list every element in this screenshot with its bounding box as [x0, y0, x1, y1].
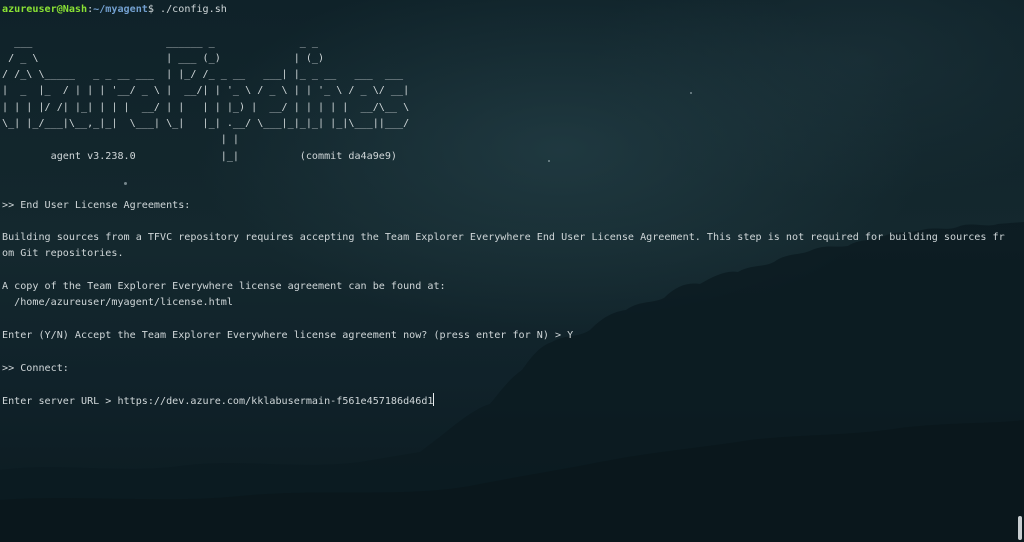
- ascii-banner-line: \_| |_/___|\__,_|_| \___| \_| |_| .__/ \…: [2, 118, 410, 130]
- prompt-path: ~/myagent: [93, 4, 148, 15]
- ascii-banner-line: | |: [2, 134, 240, 146]
- agent-version-line: agent v3.238.0 |_| (commit da4a9e9): [2, 150, 398, 162]
- ascii-banner-line: ___ ______ _ _ _: [2, 36, 319, 48]
- server-url-input[interactable]: https://dev.azure.com/kklabusermain-f561…: [117, 396, 433, 407]
- ascii-banner-line: | | | |/ /| |_| | | | __/ | | | | |_) | …: [2, 101, 410, 113]
- server-url-prompt: Enter server URL >: [2, 396, 118, 408]
- license-accept-prompt: Enter (Y/N) Accept the Team Explorer Eve…: [2, 329, 574, 341]
- connect-heading: >> Connect:: [2, 362, 69, 374]
- eula-heading: >> End User License Agreements:: [2, 199, 191, 211]
- terminal-output: azureuser@Nash:~/myagent$ ./config.sh __…: [2, 2, 1010, 409]
- ascii-banner-line: / _ \ | ___ (_) | (_): [2, 52, 325, 64]
- ascii-banner-line: | _ |_ / | | | '__/ _ \ | __/| | '_ \ / …: [2, 85, 410, 97]
- scrollbar-thumb[interactable]: [1018, 516, 1022, 540]
- license-copy-notice: A copy of the Team Explorer Everywhere l…: [2, 281, 446, 293]
- server-url-line[interactable]: Enter server URL > https://dev.azure.com…: [2, 393, 1010, 409]
- terminal-window[interactable]: azureuser@Nash:~/myagent$ ./config.sh __…: [0, 0, 1024, 542]
- shell-prompt-line: azureuser@Nash:~/myagent$ ./config.sh: [2, 2, 1010, 18]
- ascii-banner-line: / /_\ \_____ _ _ __ ___ | |_/ /_ _ __ __…: [2, 69, 404, 81]
- license-file-path: /home/azureuser/myagent/license.html: [2, 297, 233, 309]
- eula-description: Building sources from a TFVC repository …: [2, 232, 1005, 260]
- text-cursor: [433, 393, 435, 407]
- prompt-user-host: azureuser@Nash: [2, 4, 88, 15]
- prompt-command: ./config.sh: [153, 4, 227, 15]
